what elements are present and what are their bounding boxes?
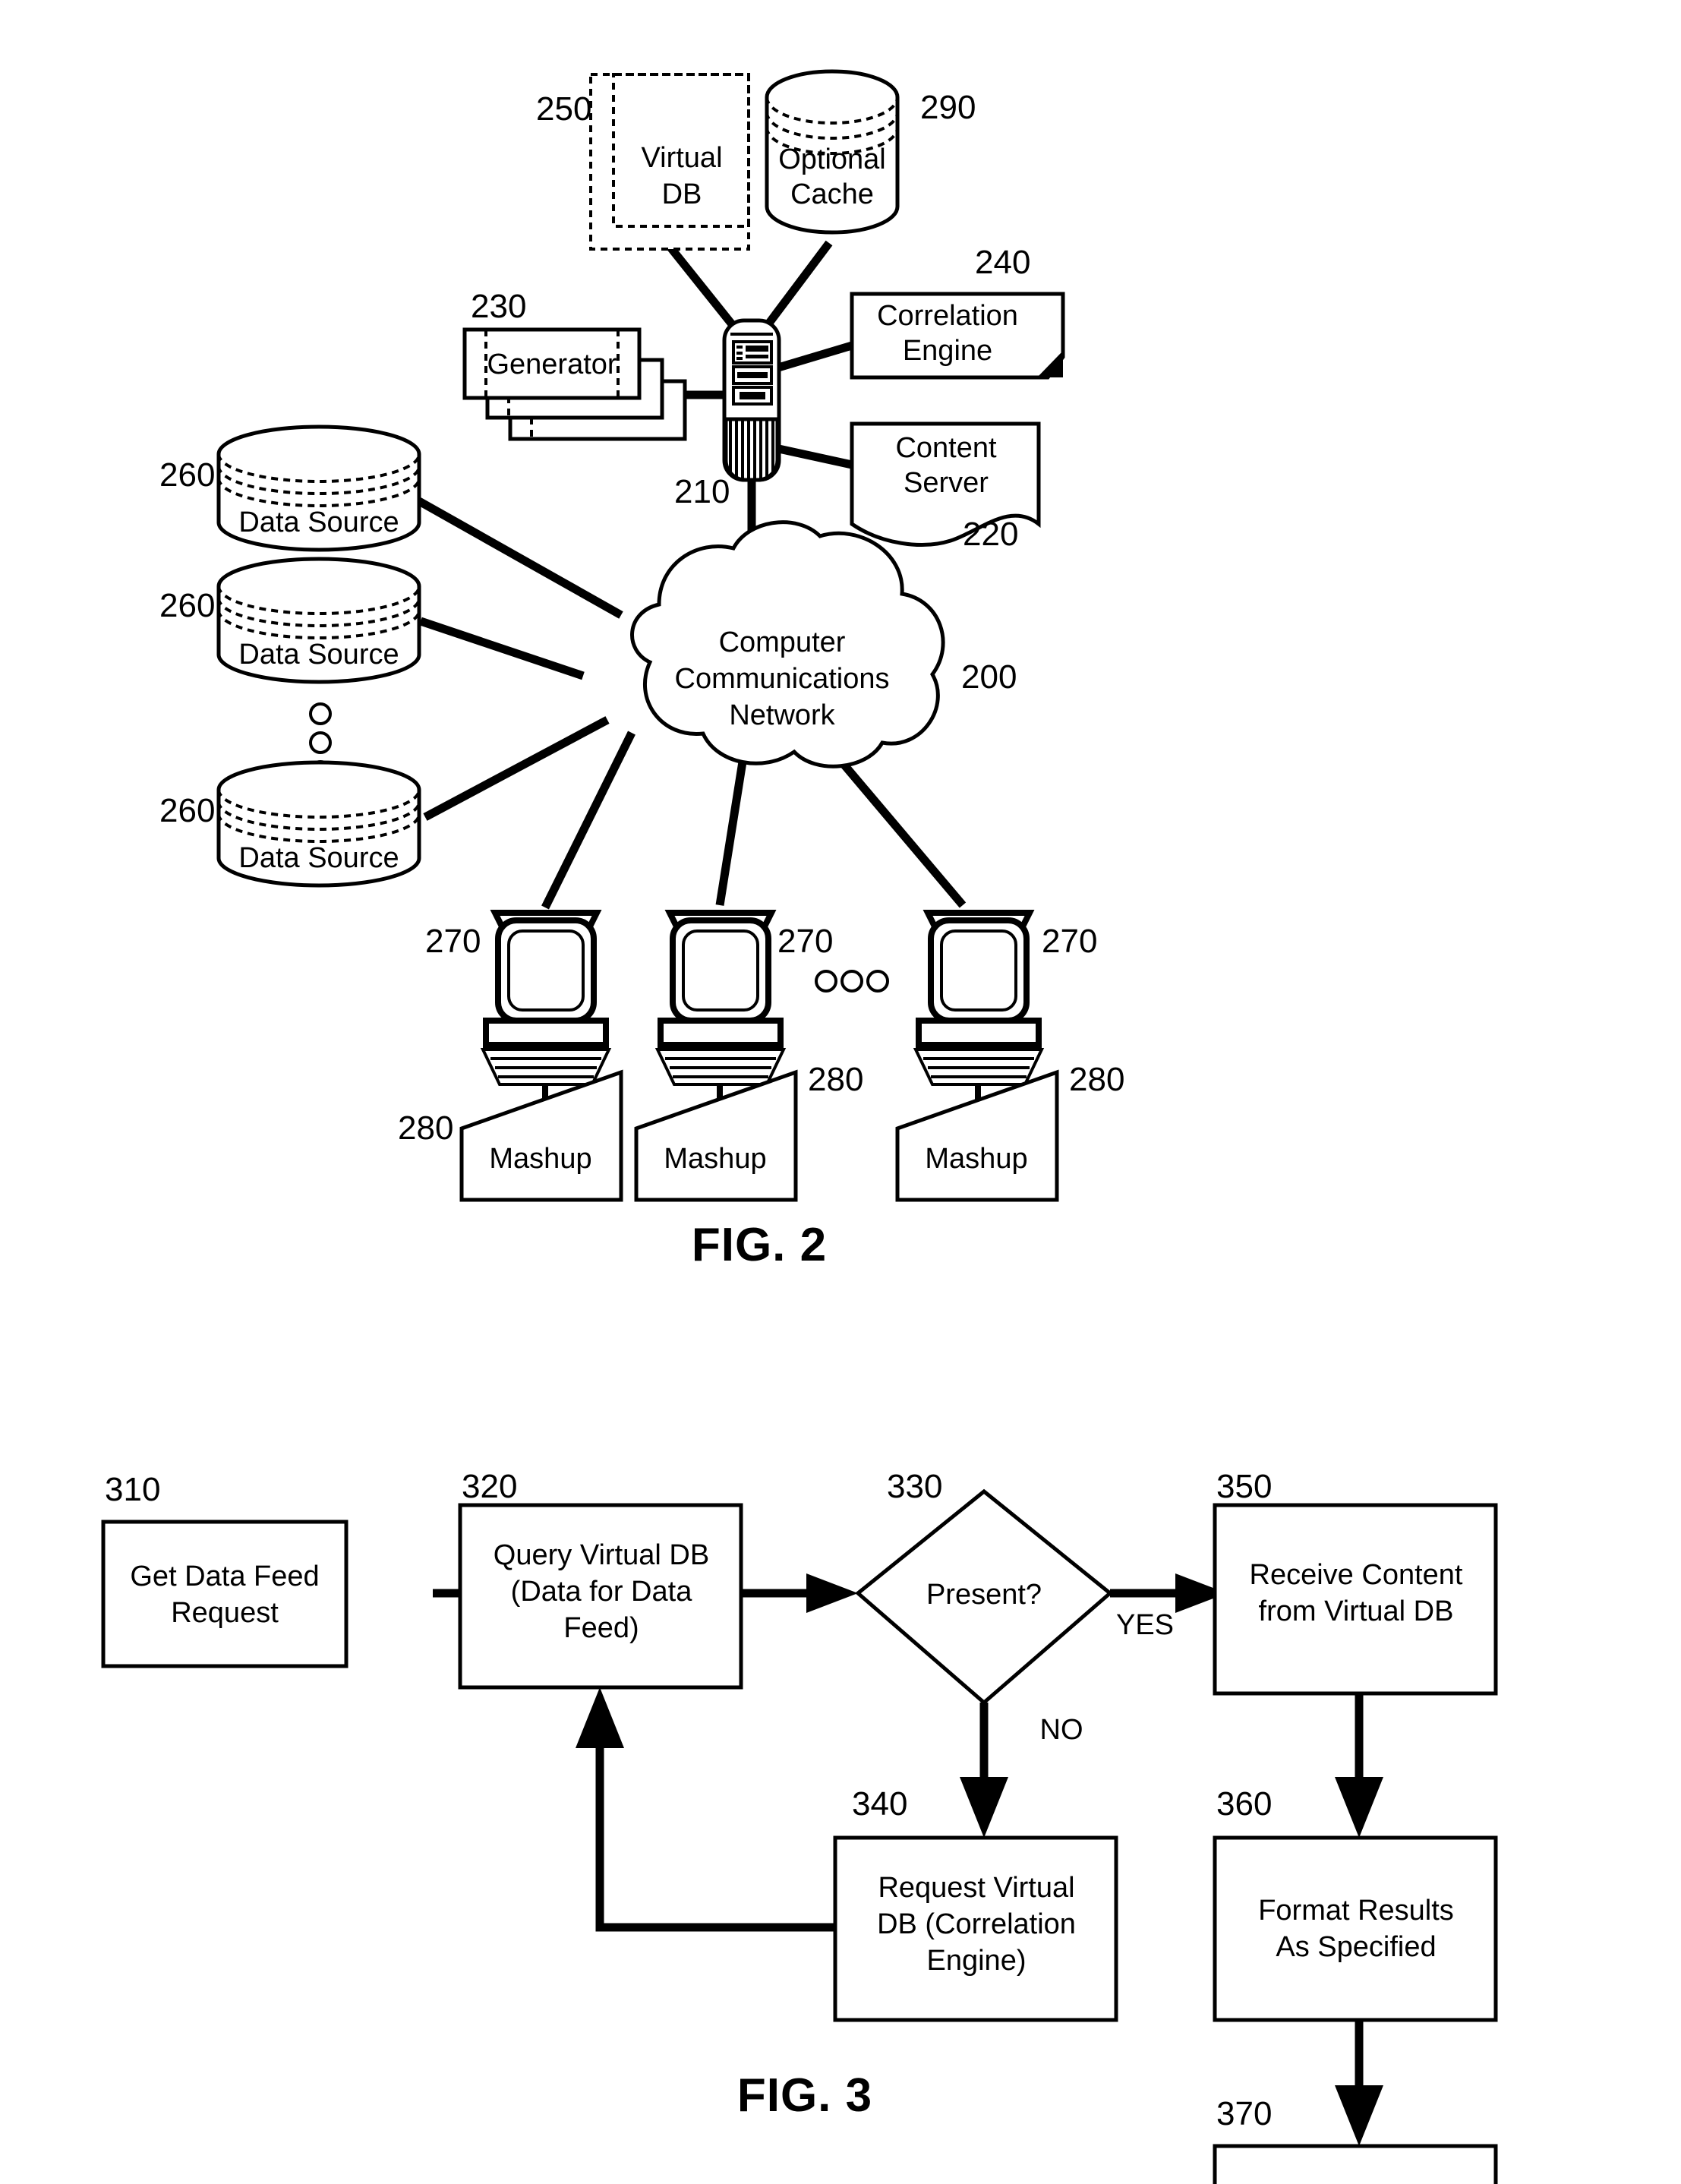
figure-2-title: FIG. 2 — [692, 1219, 827, 1271]
step-310-line1: Get Data Feed — [130, 1561, 319, 1592]
ref-360: 360 — [1216, 1785, 1272, 1823]
virtual-db-label-line2: DB — [662, 178, 702, 210]
ref-210: 210 — [674, 473, 730, 510]
flow-step-340[interactable]: Request Virtual DB (Correlation Engine) — [833, 1835, 1118, 2022]
ref-220: 220 — [963, 516, 1018, 553]
network-label-line3: Network — [729, 699, 835, 731]
mashup-2-label: Mashup — [664, 1143, 766, 1175]
content-server-label-line1: Content — [895, 432, 997, 464]
ref-230: 230 — [471, 288, 526, 325]
step-340-line2: DB (Correlation — [877, 1908, 1076, 1940]
ellipsis-horizontal — [815, 970, 889, 993]
flow-step-330[interactable]: Present? — [855, 1488, 1113, 1706]
virtual-db-label-line1: Virtual — [641, 142, 722, 174]
ref-290: 290 — [920, 89, 976, 126]
ref-370: 370 — [1216, 2095, 1272, 2132]
flow-step-360[interactable]: Format Results As Specified — [1213, 1835, 1498, 2022]
correlation-engine-label-line2: Engine — [903, 335, 992, 367]
ref-280-c: 280 — [1069, 1061, 1124, 1098]
ref-260-a: 260 — [159, 456, 215, 494]
client-1-node[interactable] — [480, 910, 612, 1086]
ref-270-b: 270 — [777, 923, 833, 960]
figure-3-title: FIG. 3 — [737, 2069, 872, 2122]
correlation-engine-label-line1: Correlation — [877, 300, 1018, 332]
flow-step-320[interactable]: Query Virtual DB (Data for Data Feed) — [458, 1503, 743, 1690]
step-330-line1: Present? — [926, 1579, 1042, 1611]
figure-3: Get Data Feed Request 310 Query Virtual … — [101, 1468, 1498, 2184]
mashup-3-label: Mashup — [925, 1143, 1027, 1175]
step-350-line1: Receive Content — [1250, 1559, 1463, 1591]
step-340-line3: Engine) — [927, 1945, 1027, 1977]
network-label-line2: Communications — [675, 663, 890, 695]
data-source-2-node[interactable]: Data Source — [216, 557, 421, 684]
data-source-3-node[interactable]: Data Source — [216, 760, 421, 888]
flow-step-310[interactable]: Get Data Feed Request — [101, 1520, 348, 1668]
optional-cache-label-line2: Cache — [790, 178, 874, 210]
ref-340: 340 — [852, 1785, 907, 1823]
ref-240: 240 — [975, 244, 1030, 281]
server-node[interactable] — [722, 318, 781, 482]
ref-280-a: 280 — [398, 1109, 453, 1147]
step-360-line1: Format Results — [1258, 1895, 1454, 1927]
mashup-1-label: Mashup — [489, 1143, 591, 1175]
step-310-line2: Request — [171, 1597, 279, 1629]
client-3-node[interactable] — [913, 910, 1045, 1086]
step-320-line2: (Data for Data — [511, 1576, 693, 1608]
ref-280-b: 280 — [808, 1061, 863, 1098]
branch-label-no: NO — [1040, 1714, 1083, 1746]
figure-2: Virtual DB 250 Optional Cache 290 Genera… — [159, 69, 1124, 1271]
ref-350: 350 — [1216, 1468, 1272, 1505]
ref-270-c: 270 — [1042, 923, 1097, 960]
network-cloud-node[interactable]: Computer Communications Network — [630, 520, 945, 769]
ref-320: 320 — [462, 1468, 517, 1505]
optional-cache-label-line1: Optional — [778, 144, 886, 175]
virtual-db-node[interactable]: Virtual DB — [589, 73, 750, 251]
generator-node[interactable]: Generator — [462, 327, 687, 441]
step-360-line2: As Specified — [1276, 1931, 1436, 1963]
mashup-1-node[interactable]: Mashup — [459, 1069, 623, 1202]
ref-270-a: 270 — [425, 923, 481, 960]
ref-310: 310 — [105, 1471, 160, 1508]
patent-drawing-page: Virtual DB 250 Optional Cache 290 Genera… — [0, 0, 1681, 2184]
flow-step-370[interactable]: Return Data Feed to Mashup — [1213, 2144, 1498, 2184]
content-server-label-line2: Server — [904, 467, 989, 499]
correlation-engine-node[interactable]: Correlation Engine — [850, 292, 1065, 380]
data-source-3-label: Data Source — [238, 842, 399, 874]
ref-260-c: 260 — [159, 792, 215, 829]
generator-label: Generator — [487, 349, 617, 380]
ref-250: 250 — [536, 90, 591, 128]
step-350-line2: from Virtual DB — [1259, 1595, 1454, 1627]
ref-330: 330 — [887, 1468, 942, 1505]
step-320-line3: Feed) — [563, 1612, 639, 1644]
data-source-1-node[interactable]: Data Source — [216, 424, 421, 552]
optional-cache-node[interactable]: Optional Cache — [765, 69, 900, 235]
data-source-1-label: Data Source — [238, 507, 399, 538]
ref-260-b: 260 — [159, 587, 215, 624]
step-320-line1: Query Virtual DB — [494, 1539, 709, 1571]
data-source-2-label: Data Source — [238, 639, 399, 671]
client-2-node[interactable] — [654, 910, 787, 1086]
step-340-line1: Request Virtual — [878, 1872, 1074, 1904]
network-label-line1: Computer — [719, 626, 846, 658]
flow-step-350[interactable]: Receive Content from Virtual DB — [1213, 1503, 1498, 1696]
ref-200: 200 — [961, 658, 1017, 696]
branch-label-yes: YES — [1116, 1609, 1174, 1641]
mashup-2-node[interactable]: Mashup — [634, 1069, 798, 1202]
